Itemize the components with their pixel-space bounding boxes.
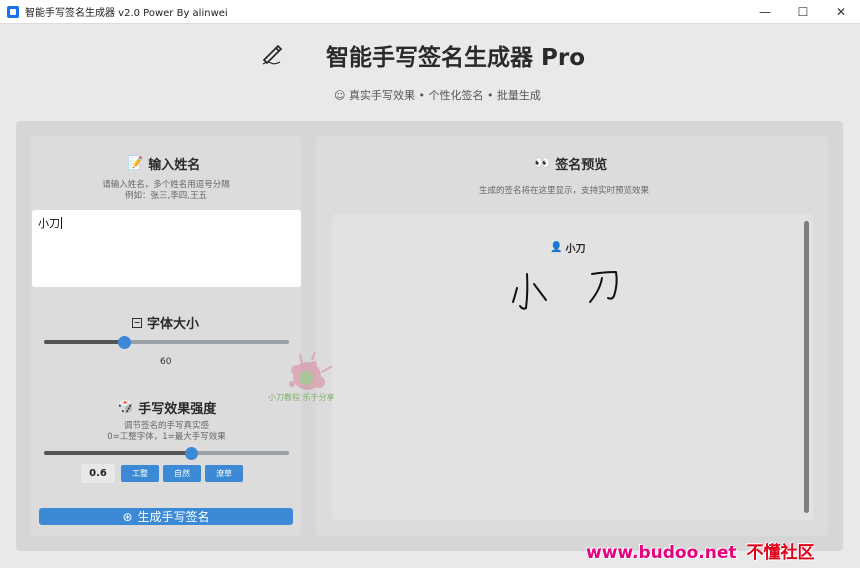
site-badge-name: 不懂社区 [746, 543, 815, 563]
signature-pen-icon [262, 44, 283, 65]
handwriting-slider[interactable] [44, 446, 289, 460]
handwritten-signature-image [512, 271, 618, 310]
site-badge: www.budoo.net 不懂社区 [586, 538, 815, 563]
input-hint: 请输入姓名，多个姓名用逗号分隔 例如：张三,李四,王五 [102, 180, 230, 201]
handwriting-slider-thumb[interactable] [184, 446, 198, 460]
person-icon: 👤 [550, 242, 563, 253]
text-caret [61, 217, 62, 229]
preset-messy-button[interactable]: 潦草 [205, 465, 243, 482]
input-section-title: 📝 输入姓名 [127, 156, 201, 173]
minimize-button[interactable]: — [746, 0, 784, 24]
font-size-title: − 字体大小 [132, 317, 200, 332]
font-size-slider[interactable] [44, 335, 289, 349]
page-title: 智能手写签名生成器 Pro [326, 45, 586, 71]
close-button[interactable]: ✕ [822, 0, 860, 24]
signature-name-label: 👤 小刀 [550, 242, 586, 255]
window-title: 智能手写签名生成器 v2.0 Power By alinwei [25, 8, 228, 19]
smile-icon: ☺ [334, 89, 346, 102]
handwriting-hint: 调节签名的手写真实感 0=工整字体，1=最大手写效果 [107, 421, 226, 442]
preview-scrollbar[interactable] [804, 221, 809, 513]
handwriting-slider-fill [44, 451, 191, 455]
memo-icon: 📝 [127, 156, 144, 171]
eyes-icon: 👀 [534, 156, 551, 171]
preset-neat-button[interactable]: 工整 [121, 465, 159, 482]
maximize-button[interactable]: ☐ [784, 0, 822, 24]
generate-icon: ⊛ [122, 509, 133, 524]
font-size-value: 60 [160, 357, 172, 367]
preview-hint: 生成的签名将在这里显示，支持实时预览效果 [479, 186, 650, 196]
app-icon [7, 5, 19, 18]
handwriting-title: 🎲 手写效果强度 [117, 400, 217, 417]
preview-title: 👀 签名预览 [534, 156, 608, 173]
page-subtitle: ☺ 真实手写效果 • 个性化签名 • 批量生成 [334, 87, 541, 103]
signature-preview-area [332, 214, 813, 520]
dice-icon: 🎲 [117, 400, 134, 415]
preset-natural-button[interactable]: 自然 [163, 465, 201, 482]
watermark-text: 小刀教程 乐于分享 [268, 393, 335, 402]
font-size-slider-fill [44, 340, 125, 344]
generate-signature-button[interactable]: ⊛ 生成手写签名 [39, 508, 293, 525]
site-badge-url: www.budoo.net [586, 543, 737, 563]
window-titlebar: 智能手写签名生成器 v2.0 Power By alinwei — ☐ ✕ [0, 0, 860, 24]
font-size-icon: − [132, 317, 142, 328]
handwriting-value: 0.6 [81, 464, 115, 483]
name-input[interactable]: 小刀 [32, 210, 301, 287]
font-size-slider-thumb[interactable] [118, 335, 132, 349]
window-controls: — ☐ ✕ [746, 0, 860, 24]
page-subtitle-text: 真实手写效果 • 个性化签名 • 批量生成 [348, 89, 541, 102]
